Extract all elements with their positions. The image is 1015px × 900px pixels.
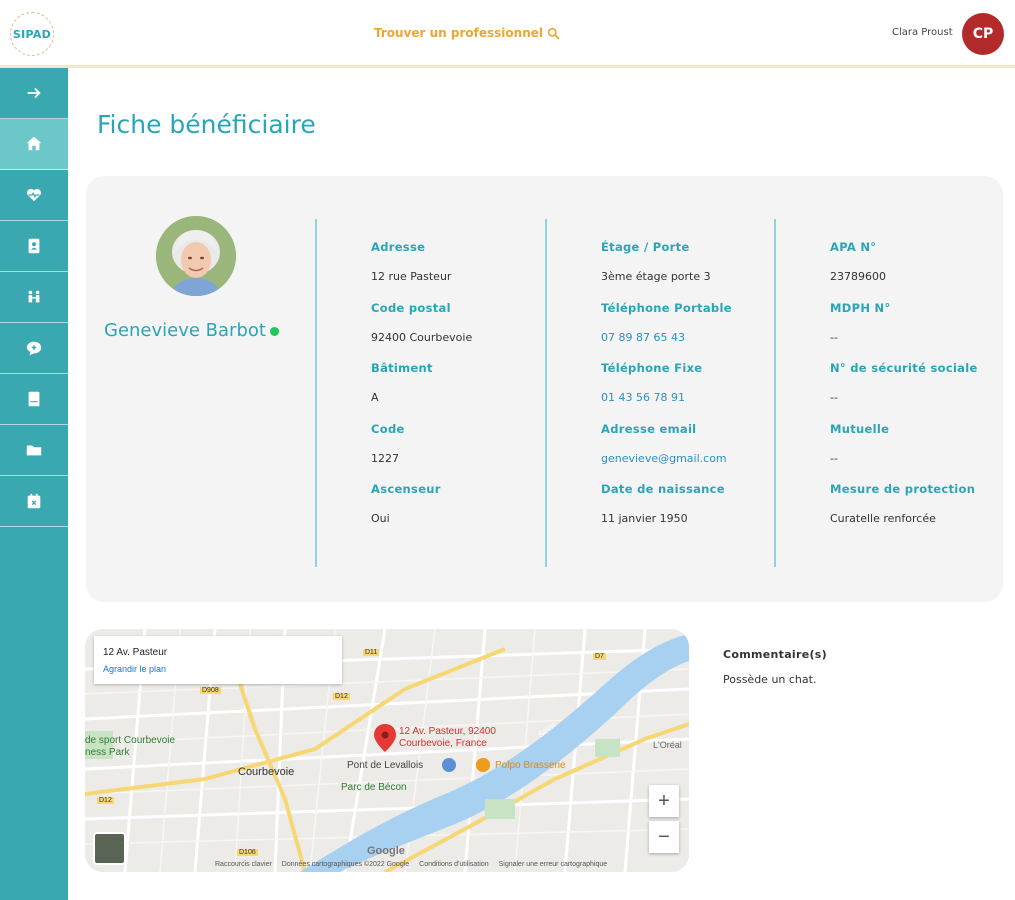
top-header: SIPAD Trouver un professionnel Clara Pro… xyxy=(0,0,1015,68)
road-label: D106 xyxy=(237,849,258,856)
apa-number-label: APA N° xyxy=(830,240,877,254)
email-label: Adresse email xyxy=(601,421,697,436)
page-title: Fiche bénéficiaire xyxy=(97,110,316,139)
search-icon xyxy=(547,27,560,39)
info-column-contact: Étage / Porte 3ème étage porte 3 Télépho… xyxy=(601,240,801,543)
sidebar-item-caregivers[interactable] xyxy=(0,272,68,323)
address-label: Adresse xyxy=(371,240,426,254)
satellite-view-toggle[interactable] xyxy=(93,832,126,865)
find-professional-label: Trouver un professionnel xyxy=(374,26,543,40)
comments-title: Commentaire(s) xyxy=(723,648,827,661)
map-label-polpo: Polpo Brasserie xyxy=(495,760,566,771)
report-error-link[interactable]: Signaler une erreur cartographique xyxy=(499,861,608,868)
map-label-pont-levallois: Pont de Levallois xyxy=(347,760,424,771)
postal-code-label: Code postal xyxy=(371,300,451,315)
map-label-courbevoie: Courbevoie xyxy=(238,766,295,778)
enlarge-map-link[interactable]: Agrandir le plan xyxy=(103,664,166,674)
arrow-right-icon xyxy=(27,87,41,99)
map-label-loreal: L'Oréal xyxy=(653,740,682,750)
sidebar xyxy=(0,68,68,900)
protection-measure-value: Curatelle renforcée xyxy=(830,512,936,525)
mutual-insurance-value: -- xyxy=(830,451,838,465)
heart-pulse-icon xyxy=(26,188,42,202)
floor-door-value: 3ème étage porte 3 xyxy=(601,270,711,283)
contact-card-icon xyxy=(28,238,40,254)
mdph-number-value: -- xyxy=(830,330,838,344)
map-label-sport-2: ness Park xyxy=(85,747,130,758)
user-avatar[interactable]: CP xyxy=(962,13,1004,55)
info-column-admin: APA N° 23789600 MDPH N° -- N° de sécurit… xyxy=(830,240,1015,543)
book-icon xyxy=(28,391,40,407)
birth-date-label: Date de naissance xyxy=(601,482,725,496)
road-label: D12 xyxy=(333,693,350,700)
road-label: D11 xyxy=(363,649,380,656)
people-icon xyxy=(28,290,40,303)
road-label: D908 xyxy=(200,687,221,694)
landline-phone-link[interactable]: 01 43 56 78 91 xyxy=(601,391,801,422)
keyboard-shortcuts-link[interactable]: Raccourcis clavier xyxy=(215,861,272,868)
postal-code-value: 92400 Courbevoie xyxy=(371,330,473,344)
location-map[interactable]: 12 Av. Pasteur, 92400 Courbevoie, France… xyxy=(85,629,689,872)
apa-number-value: 23789600 xyxy=(830,270,886,283)
online-status-dot xyxy=(269,326,279,336)
sidebar-item-notebook[interactable] xyxy=(0,374,68,425)
door-code-value: 1227 xyxy=(371,451,399,465)
door-code-label: Code xyxy=(371,421,405,436)
zoom-in-button[interactable]: + xyxy=(649,785,679,817)
beneficiary-photo xyxy=(156,216,236,296)
address-value: 12 rue Pasteur xyxy=(371,270,452,283)
marker-label-line2: Courbevoie, France xyxy=(399,738,487,749)
beneficiary-card: Genevieve Barbot Adresse 12 rue Pasteur … xyxy=(86,176,1003,602)
terms-of-use-link[interactable]: Conditions d'utilisation xyxy=(419,861,488,868)
logo-text: SIPAD xyxy=(12,27,52,41)
calendar-x-icon xyxy=(27,493,41,509)
sidebar-item-calendar[interactable] xyxy=(0,476,68,527)
mdph-number-label: MDPH N° xyxy=(830,300,891,315)
road-label: D12 xyxy=(97,797,114,804)
beneficiary-name: Genevieve Barbot xyxy=(104,320,279,341)
marker-label-line1: 12 Av. Pasteur, 92400 xyxy=(399,726,496,737)
birth-date-value: 11 janvier 1950 xyxy=(601,512,688,525)
protection-measure-label: Mesure de protection xyxy=(830,482,976,496)
map-label-sport-1: de sport Courbevoie xyxy=(85,735,176,746)
building-value: A xyxy=(371,391,379,404)
elevator-label: Ascenseur xyxy=(371,482,441,496)
floor-door-label: Étage / Porte xyxy=(601,240,690,254)
mobile-phone-link[interactable]: 07 89 87 65 43 xyxy=(601,331,801,362)
home-icon xyxy=(26,136,42,151)
road-label: D7 xyxy=(593,653,606,660)
social-security-label: N° de sécurité sociale xyxy=(830,361,978,375)
sidebar-item-expand[interactable] xyxy=(0,68,68,119)
sidebar-item-home[interactable] xyxy=(0,119,68,170)
sidebar-item-messages[interactable] xyxy=(0,323,68,374)
sidebar-item-documents[interactable] xyxy=(0,425,68,476)
mutual-insurance-label: Mutuelle xyxy=(830,421,890,436)
email-link[interactable]: genevieve@gmail.com xyxy=(601,452,801,483)
column-divider xyxy=(315,219,317,567)
elevator-value: Oui xyxy=(371,512,390,525)
map-label-parc-becon: Parc de Bécon xyxy=(341,782,407,793)
user-name: Clara Proust xyxy=(892,27,953,38)
folder-icon xyxy=(26,445,42,456)
comments-text: Possède un chat. xyxy=(723,673,817,686)
map-data-attribution: Données cartographiques ©2022 Google xyxy=(281,861,410,868)
sidebar-item-contacts[interactable] xyxy=(0,221,68,272)
landline-phone-label: Téléphone Fixe xyxy=(601,361,703,375)
map-footer: Raccourcis clavier Données cartographiqu… xyxy=(215,861,607,868)
map-info-box: 12 Av. Pasteur Agrandir le plan xyxy=(94,636,342,684)
zoom-out-button[interactable]: − xyxy=(649,821,679,853)
map-info-address: 12 Av. Pasteur xyxy=(103,647,168,658)
find-professional-link[interactable]: Trouver un professionnel xyxy=(374,26,560,40)
sipad-logo[interactable]: SIPAD xyxy=(10,12,54,56)
sidebar-item-health[interactable] xyxy=(0,170,68,221)
building-label: Bâtiment xyxy=(371,361,433,375)
chat-plus-icon xyxy=(26,341,42,356)
social-security-value: -- xyxy=(830,391,838,404)
beneficiary-name-text: Genevieve Barbot xyxy=(104,320,266,341)
google-logo: Google xyxy=(367,845,405,857)
mobile-phone-label: Téléphone Portable xyxy=(601,300,732,315)
info-column-address: Adresse 12 rue Pasteur Code postal 92400… xyxy=(371,240,571,543)
